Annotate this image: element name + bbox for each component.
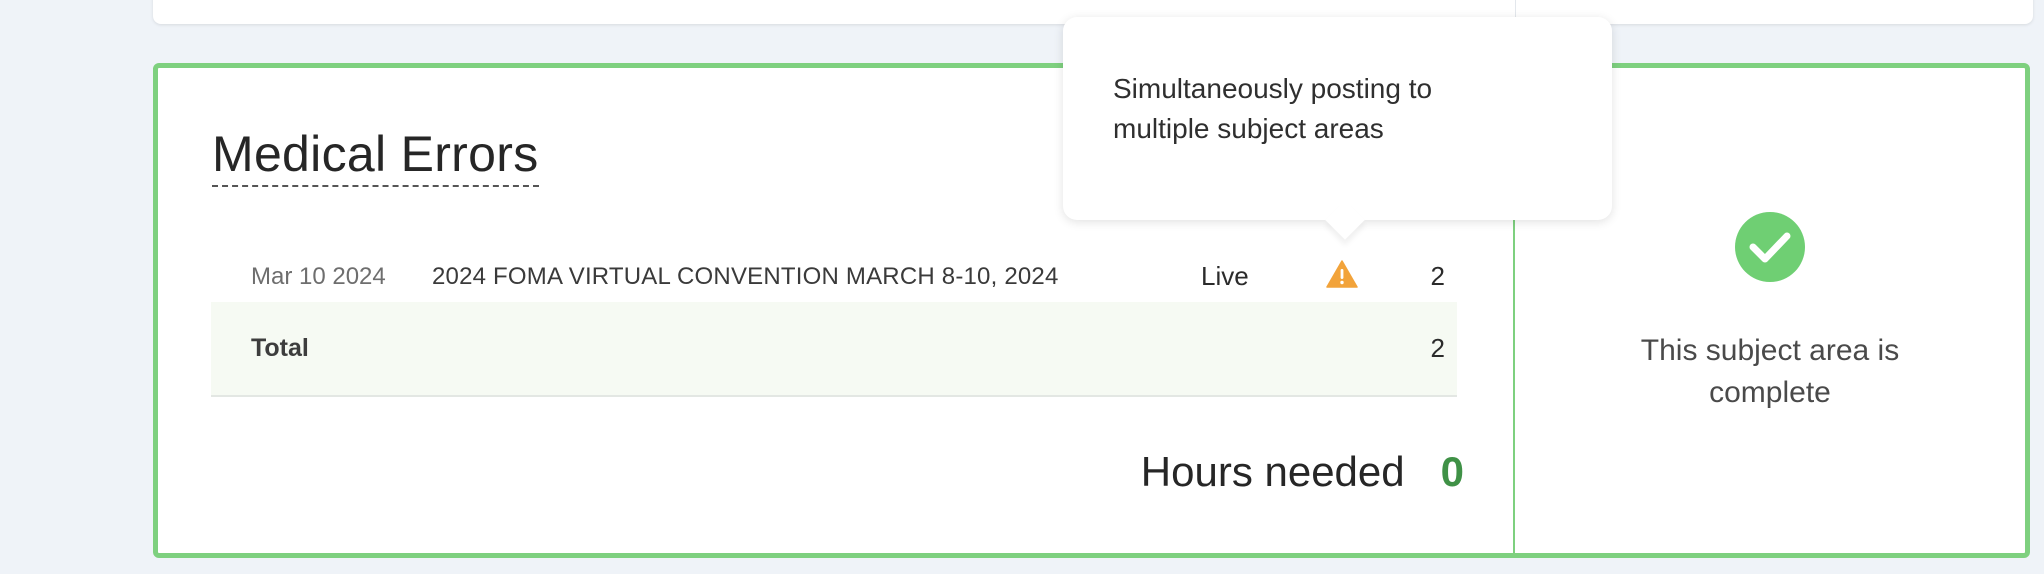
section-title[interactable]: Medical Errors xyxy=(212,123,539,187)
entry-event-name: 2024 FOMA VIRTUAL CONVENTION MARCH 8-10,… xyxy=(432,262,1059,290)
warning-tooltip: Simultaneously posting to multiple subje… xyxy=(1063,17,1612,240)
total-count: 2 xyxy=(1430,333,1445,363)
hours-needed-value: 0 xyxy=(1440,448,1464,495)
total-label: Total xyxy=(251,334,309,362)
total-row: Total 2 xyxy=(211,302,1457,397)
completion-message: This subject area is complete xyxy=(1640,334,1900,409)
entry-date: Mar 10 2024 xyxy=(251,262,386,290)
hours-needed-label: Hours needed xyxy=(1140,448,1405,495)
hours-needed: Hours needed 0 xyxy=(1141,448,1464,496)
warning-triangle-icon[interactable] xyxy=(1326,260,1358,288)
tooltip-text: Simultaneously posting to multiple subje… xyxy=(1113,73,1433,144)
check-circle-icon xyxy=(1735,212,1805,282)
entry-status: Live xyxy=(1201,261,1249,291)
entry-count: 2 xyxy=(1430,261,1445,291)
